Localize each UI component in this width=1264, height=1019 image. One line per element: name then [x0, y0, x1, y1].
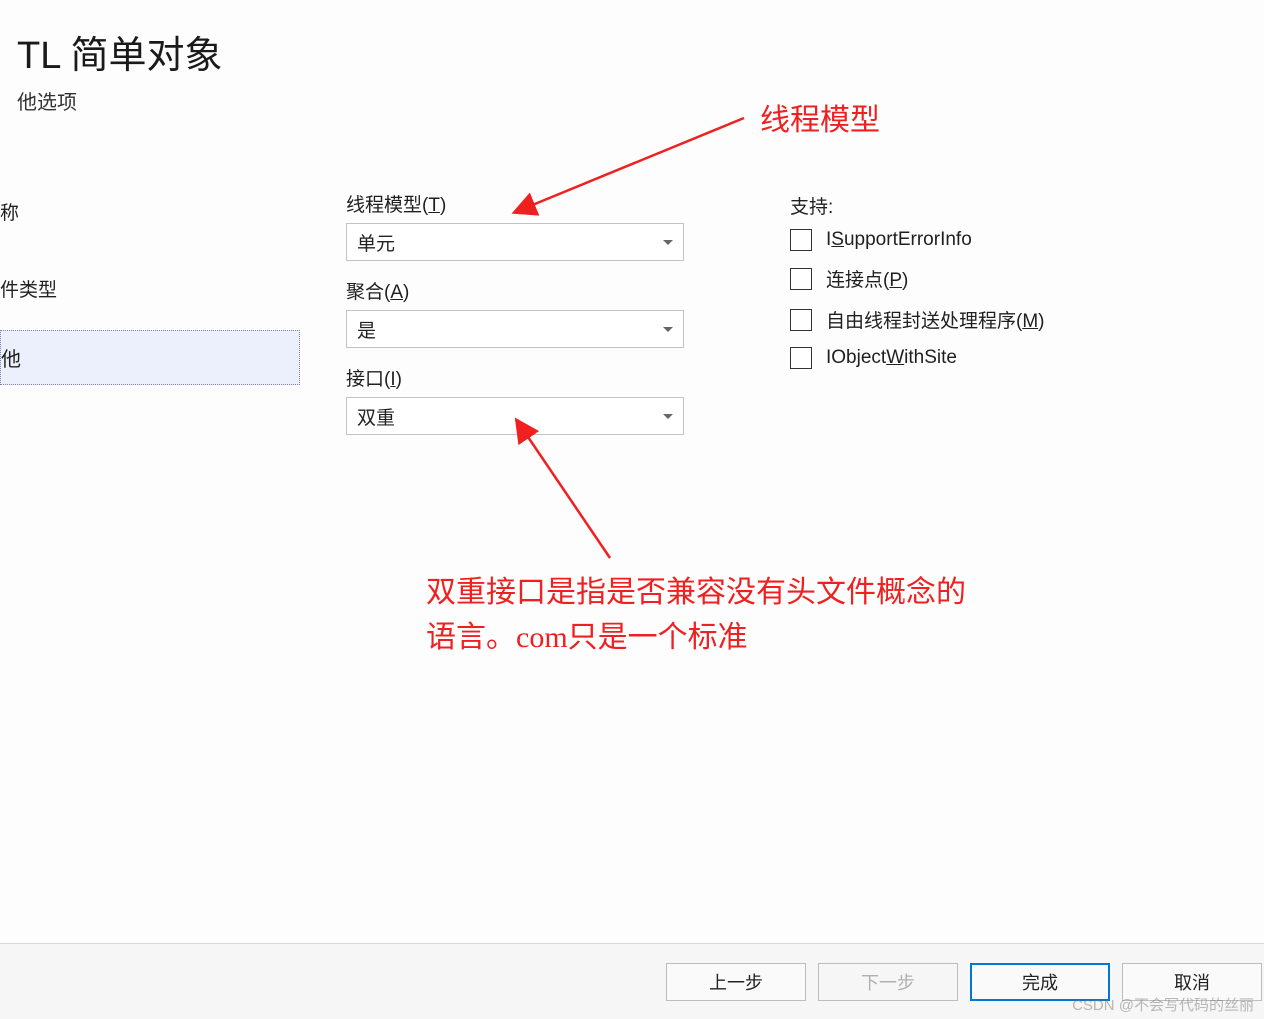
arrow-icon	[0, 0, 1264, 1019]
watermark: CSDN @不会写代码的丝丽	[1072, 994, 1254, 1015]
back-button[interactable]: 上一步	[666, 963, 806, 1001]
next-button: 下一步	[818, 963, 958, 1001]
